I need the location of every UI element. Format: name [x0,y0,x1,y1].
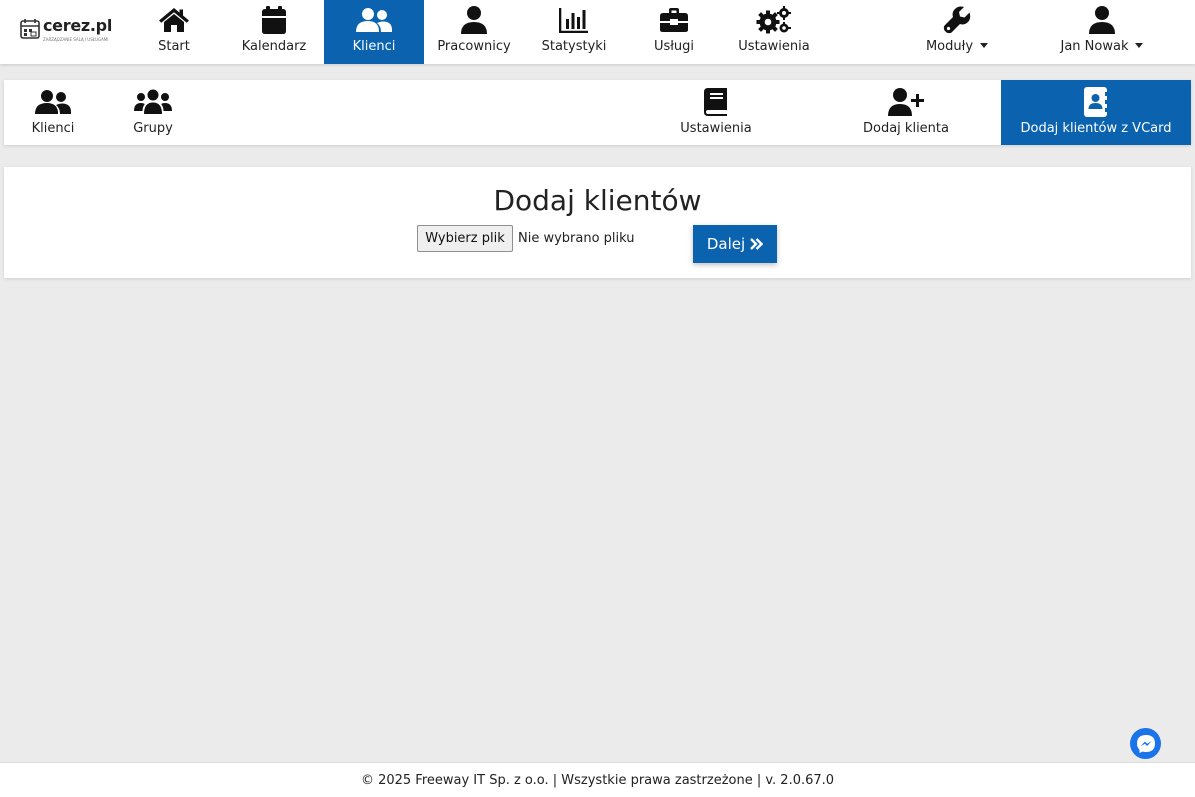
subnav-item-label: Dodaj klienta [863,121,949,136]
moduly-label-wrap: Moduły [925,39,989,54]
wrench-icon [943,6,971,34]
brand-logo[interactable]: cerez.pl ZARZĄDZANIE SALĄ I USŁUGAMI [20,16,112,46]
gears-icon [756,6,791,34]
nav-item-label: Usługi [653,39,695,54]
choose-file-button[interactable]: Wybierz plik [417,225,513,252]
moduly-label: Moduły [925,39,974,54]
nav-item-kalendarz[interactable]: Kalendarz [224,0,324,64]
user-label-wrap: Jan Nowak [1061,39,1144,54]
file-status-text: Nie wybrano pliku [518,231,635,246]
nav-item-label: Ustawienia [738,39,810,54]
footer: © 2025 Freeway IT Sp. z o.o. | Wszystkie… [0,762,1195,797]
nav-item-label: Kalendarz [241,39,307,54]
subnav-item-label: Dodaj klientów z VCard [1020,121,1172,136]
messenger-chat-button[interactable] [1130,728,1161,759]
next-button-label: Dalej [706,235,746,253]
import-vcard-card: Dodaj klientów Wybierz plik Nie wybrano … [4,167,1191,278]
toolbox-icon [660,8,688,32]
nav-item-start[interactable]: Start [124,0,224,64]
user-icon [1089,6,1115,34]
book-icon [704,88,727,116]
brand-tagline: ZARZĄDZANIE SALĄ I USŁUGAMI [43,37,109,42]
address-book-icon [1084,87,1109,117]
brand-name: cerez.pl [43,16,113,35]
user-icon [461,6,487,34]
subnav-item-dodaj-klienta[interactable]: Dodaj klienta [830,80,982,145]
nav-item-label: Start [158,39,190,54]
nav-item-ustawienia[interactable]: Ustawienia [724,0,824,64]
nav-item-label: Statystyki [541,39,607,54]
nav-item-uslugi[interactable]: Usługi [624,0,724,64]
nav-item-label: Klienci [352,39,396,54]
home-icon [159,8,189,32]
users-icon [356,8,392,32]
top-navbar: cerez.pl ZARZĄDZANIE SALĄ I USŁUGAMI Sta… [0,0,1195,64]
calendar-logo-icon [20,19,40,39]
user-group-icon [134,89,172,114]
subnav-item-klienci[interactable]: Klienci [4,80,102,145]
caret-down-icon [1135,43,1144,48]
subnav-item-grupy[interactable]: Grupy [102,80,204,145]
subnav-item-ustawienia[interactable]: Ustawienia [642,80,790,145]
subnav-item-label: Klienci [31,121,75,136]
nav-item-statystyki[interactable]: Statystyki [524,0,624,64]
nav-item-label: Pracownicy [437,39,511,54]
user-menu-dropdown[interactable]: Jan Nowak [1046,0,1158,64]
nav-item-klienci[interactable]: Klienci [324,0,424,64]
subnav-item-label: Grupy [133,121,173,136]
nav-item-pracownicy[interactable]: Pracownicy [424,0,524,64]
user-name: Jan Nowak [1060,39,1129,54]
subnav-item-dodaj-vcard[interactable]: Dodaj klientów z VCard [1001,80,1191,145]
chart-icon [559,8,588,33]
caret-down-icon [980,43,989,48]
double-chevron-right-icon [750,238,764,250]
next-button[interactable]: Dalej [693,225,777,263]
page-title: Dodaj klientów [493,184,702,217]
users-icon [35,90,71,114]
calendar-icon [262,6,286,34]
footer-text: © 2025 Freeway IT Sp. z o.o. | Wszystkie… [360,772,835,788]
sub-navbar: Klienci Grupy Ustawienia Dodaj klienta D… [4,80,1191,145]
user-plus-icon [888,88,924,116]
nav-item-moduly-dropdown[interactable]: Moduły [907,0,1007,64]
subnav-item-label: Ustawienia [680,121,752,136]
messenger-icon [1136,734,1155,753]
